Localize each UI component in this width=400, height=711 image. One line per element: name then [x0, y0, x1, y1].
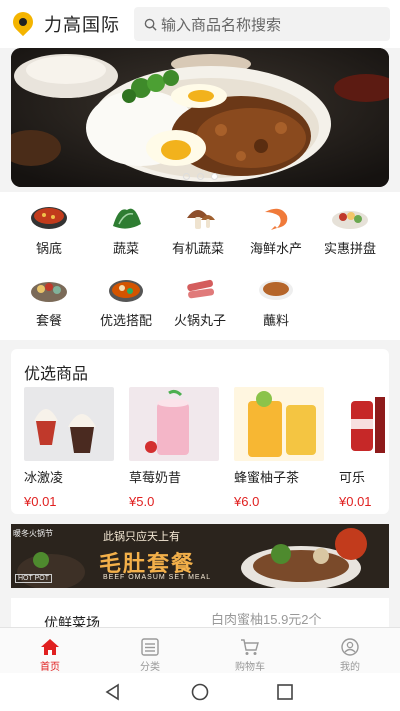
promo-side-text: 暖冬火锅节: [13, 529, 53, 538]
tab-label: 购物车: [235, 662, 265, 673]
shrimp-icon: [265, 208, 288, 230]
promo-hot-pot-label: HOT POT: [15, 574, 52, 583]
category-label: 有机蔬菜: [171, 241, 224, 256]
product-name: 可乐: [339, 470, 366, 485]
search-input[interactable]: 输入商品名称搜索: [134, 7, 390, 41]
mushroom-icon: [187, 210, 215, 229]
recents-icon[interactable]: [276, 683, 294, 701]
location-pin-icon[interactable]: [8, 7, 38, 37]
combo-icon: [109, 280, 143, 302]
category-item-platter[interactable]: 实惠拼盘: [312, 202, 388, 257]
hotpot-base-icon: [31, 207, 67, 229]
category-item-dip-sauce[interactable]: 蘸料: [238, 274, 314, 329]
profile-icon: [341, 638, 359, 656]
category-item-combo[interactable]: 优选搭配: [88, 274, 164, 329]
home-circle-icon[interactable]: [191, 683, 209, 701]
strawberry-shake-image: [129, 387, 219, 461]
tab-cart[interactable]: 购物车: [200, 628, 300, 673]
category-label: 海鲜水产: [249, 241, 302, 256]
app-header: 力高国际 输入商品名称搜索: [0, 0, 400, 48]
bottom-tab-bar: 首页 分类 购物车 我的: [0, 627, 400, 673]
section-title: 优选商品: [24, 366, 89, 383]
meatball-icon: [187, 279, 215, 299]
category-label: 锅底: [35, 241, 62, 256]
back-icon[interactable]: [104, 683, 122, 701]
product-price: ¥5.0: [129, 494, 155, 509]
category-item-meatball[interactable]: 火锅丸子: [162, 274, 238, 329]
product-price: ¥0.01: [339, 494, 372, 509]
category-item-vegetable[interactable]: 蔬菜: [88, 202, 164, 257]
product-card-honey-citron-tea[interactable]: 蜂蜜柚子茶 ¥6.0: [234, 387, 329, 509]
honey-citron-tea-image: [234, 387, 324, 461]
promo-banner[interactable]: 暖冬火锅节 HOT POT 此锅只应天上有 毛肚套餐 BEEF OMASUM S…: [11, 524, 389, 588]
carousel-dot[interactable]: [182, 173, 190, 180]
market-notice: 白肉蜜柚15.9元2个: [211, 612, 322, 627]
cola-image: [339, 387, 389, 461]
home-icon: [41, 639, 59, 655]
product-price: ¥6.0: [234, 494, 260, 509]
product-name: 冰激凌: [24, 470, 64, 485]
product-card-cola[interactable]: 可乐 ¥0.01: [339, 387, 389, 509]
banner-carousel[interactable]: [11, 48, 389, 187]
brand-name: 力高国际: [44, 15, 120, 35]
ice-cream-image: [24, 387, 114, 461]
category-label: 优选搭配: [99, 313, 152, 328]
platter-icon: [332, 211, 368, 229]
category-item-seafood[interactable]: 海鲜水产: [238, 202, 314, 257]
promo-top-text: 此锅只应天上有: [103, 531, 180, 543]
category-label: 蔬菜: [112, 241, 139, 256]
carousel-dot-active[interactable]: [210, 173, 218, 180]
carousel-indicators: [11, 173, 389, 180]
search-icon: [144, 18, 157, 31]
product-price: ¥0.01: [24, 494, 57, 509]
category-grid: 锅底 蔬菜 有机蔬菜 海鲜水产 实惠拼盘 套餐 优选搭配 火锅丸子 蘸料: [0, 192, 400, 340]
product-name: 蜂蜜柚子茶: [234, 470, 300, 485]
promo-english-text: BEEF OMASUM SET MEAL: [103, 574, 212, 581]
category-item-organic[interactable]: 有机蔬菜: [160, 202, 236, 257]
featured-products-section: 优选商品 冰激凌 ¥0.01 草莓奶昔 ¥5.0 蜂蜜柚子茶 ¥6.0 可乐 ¥…: [11, 349, 389, 514]
tab-label: 我的: [340, 662, 360, 673]
tab-label: 首页: [40, 662, 60, 673]
category-label: 火锅丸子: [173, 313, 226, 328]
product-name: 草莓奶昔: [129, 470, 182, 485]
banner-food-image: [11, 48, 389, 187]
tab-home[interactable]: 首页: [0, 628, 100, 673]
category-label: 套餐: [35, 313, 62, 328]
set-meal-icon: [31, 282, 67, 302]
dip-sauce-icon: [259, 280, 293, 300]
category-label: 蘸料: [262, 313, 289, 328]
vegetable-icon: [113, 208, 141, 229]
tab-profile[interactable]: 我的: [300, 628, 400, 673]
carousel-dot[interactable]: [196, 173, 204, 180]
tab-label: 分类: [140, 662, 160, 673]
cart-icon: [241, 639, 259, 655]
system-navigation-bar: [0, 673, 400, 711]
search-placeholder: 输入商品名称搜索: [161, 16, 282, 34]
category-label: 实惠拼盘: [323, 241, 376, 256]
category-icon: [141, 638, 159, 656]
category-item-set-meal[interactable]: 套餐: [11, 274, 87, 329]
tab-category[interactable]: 分类: [100, 628, 200, 673]
product-card-strawberry-shake[interactable]: 草莓奶昔 ¥5.0: [129, 387, 224, 509]
category-item-hotpot-base[interactable]: 锅底: [11, 202, 87, 257]
product-card-ice-cream[interactable]: 冰激凌 ¥0.01: [24, 387, 119, 509]
